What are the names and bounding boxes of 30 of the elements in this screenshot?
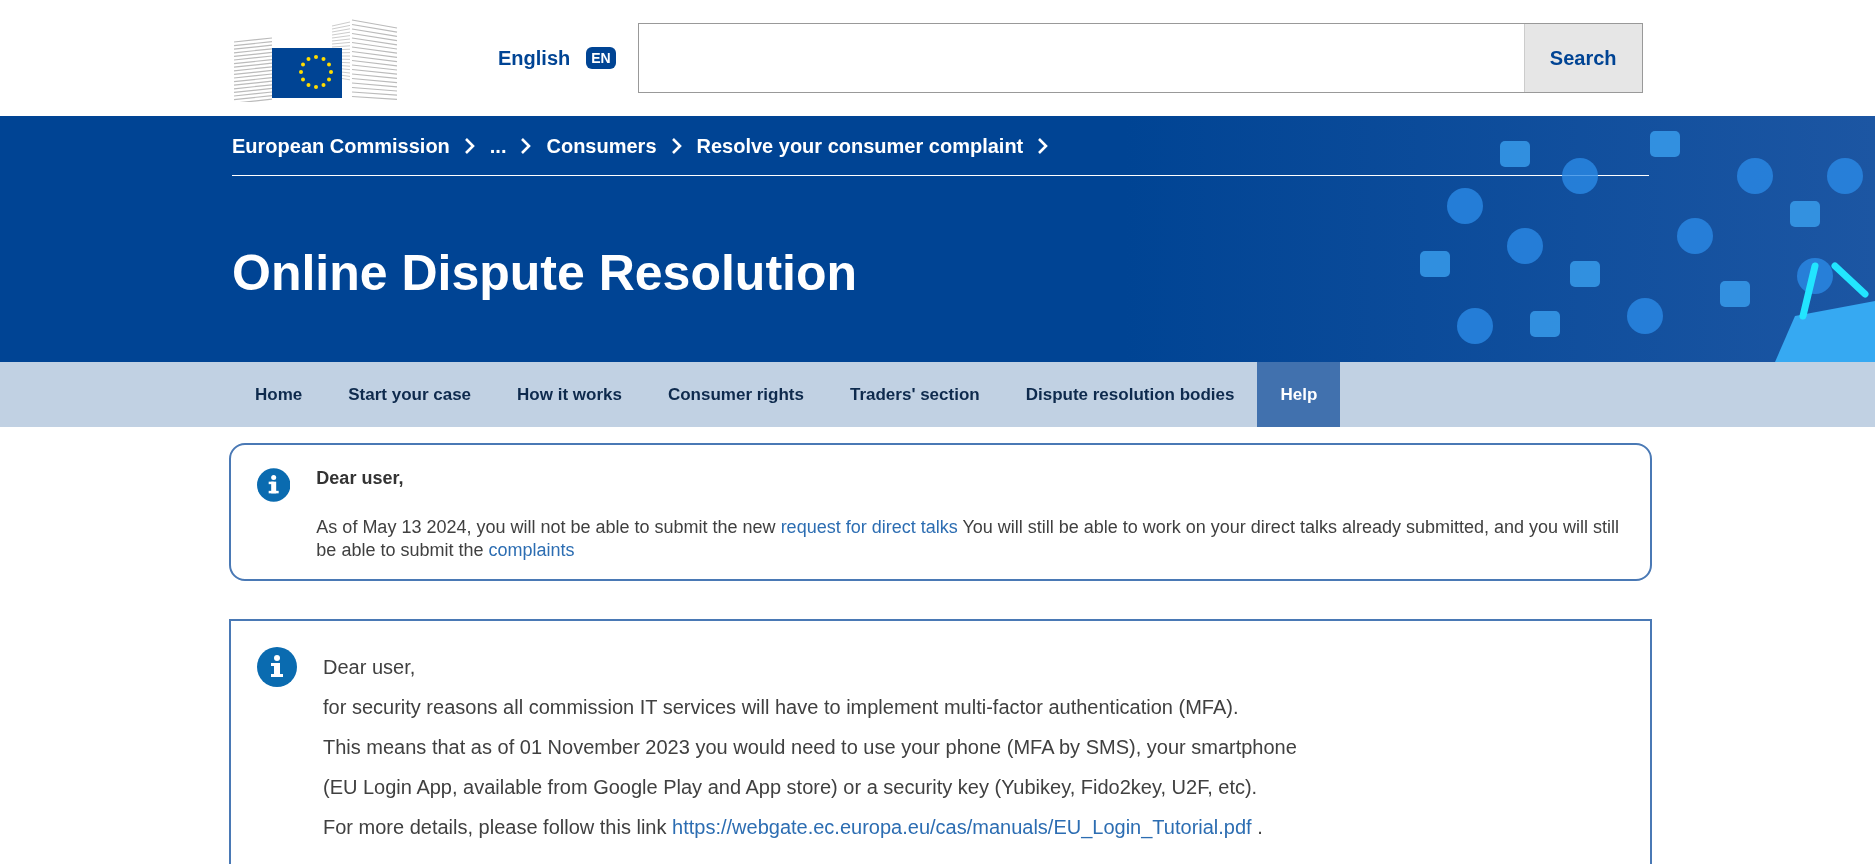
breadcrumb-link[interactable]: Resolve your consumer complaint <box>696 130 1024 161</box>
notice-text: For more details, please follow this link https://webgate.ec.europa.eu/cas/manuals/EU_Login_Tutorial.pdf . <box>323 814 1264 841</box>
breadcrumb-link[interactable]: Consumers <box>546 130 657 161</box>
text-link[interactable]: https://webgate.ec.europa.eu/cas/manuals/EU_Login_Tutorial.pdf <box>672 815 1252 838</box>
breadcrumb-link[interactable]: ... <box>489 130 507 161</box>
breadcrumb-link[interactable]: European Commission <box>232 130 450 161</box>
notice-heading: Dear user, <box>323 654 417 680</box>
info-icon <box>257 646 297 687</box>
nav-tab[interactable]: Dispute resolution bodies <box>1002 362 1258 427</box>
notice-text: As of May 13 2024, you will not be able to submit the new request for direct talks You will still be able to work on your direct talks already submitted, and you will still be able to submit the complaints <box>316 516 1621 563</box>
nav-tab[interactable]: Consumer rights <box>644 362 827 427</box>
chevron-icon <box>463 136 476 155</box>
chevron-icon <box>520 136 533 155</box>
chevron-icon <box>670 136 683 155</box>
nav-tab[interactable]: Help <box>1257 362 1341 427</box>
notice-heading: Dear user, <box>316 467 405 490</box>
notice-text: This means that as of 01 November 2023 you would need to use your phone (MFA by SMS), your smartphone <box>323 734 1297 760</box>
page-title: Online Dispute Resolution <box>232 248 859 298</box>
nav-tab[interactable]: Home <box>232 362 326 427</box>
text-link[interactable]: complaints <box>488 540 575 561</box>
nav-tab[interactable]: Start your case <box>325 362 495 427</box>
nav-tab[interactable]: How it works <box>494 362 645 427</box>
language-link[interactable]: English <box>498 43 571 73</box>
language-code-badge[interactable]: EN <box>586 47 616 69</box>
nav-tab[interactable]: Traders' section <box>826 362 1003 427</box>
text-link[interactable]: request for direct talks <box>780 517 958 537</box>
chevron-icon <box>1037 136 1050 155</box>
notice-text: (EU Login App, available from Google Play and App store) or a security key (Yubikey, Fido2key, U2F, etc). <box>323 774 1259 800</box>
info-icon <box>257 465 291 505</box>
notice-text: for security reasons all commission IT services will have to implement multi-factor authentication (MFA). <box>323 694 1240 720</box>
